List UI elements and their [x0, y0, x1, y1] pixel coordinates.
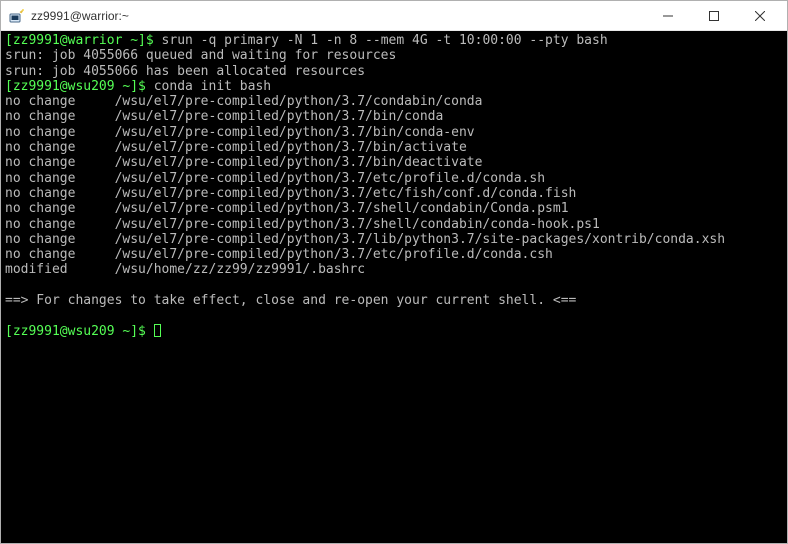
- terminal-line: no change /wsu/el7/pre-compiled/python/3…: [5, 109, 783, 124]
- window-title: zz9991@warrior:~: [31, 9, 645, 23]
- terminal-line: no change /wsu/el7/pre-compiled/python/3…: [5, 125, 783, 140]
- terminal-pane[interactable]: [zz9991@warrior ~]$ srun -q primary -N 1…: [1, 31, 787, 543]
- terminal-line: no change /wsu/el7/pre-compiled/python/3…: [5, 232, 783, 247]
- terminal-line: ==> For changes to take effect, close an…: [5, 293, 783, 308]
- terminal-line: no change /wsu/el7/pre-compiled/python/3…: [5, 155, 783, 170]
- terminal-line: no change /wsu/el7/pre-compiled/python/3…: [5, 140, 783, 155]
- close-button[interactable]: [737, 1, 783, 30]
- cursor: [154, 324, 161, 337]
- title-bar[interactable]: zz9991@warrior:~: [1, 1, 787, 31]
- minimize-button[interactable]: [645, 1, 691, 30]
- terminal-line: no change /wsu/el7/pre-compiled/python/3…: [5, 201, 783, 216]
- putty-icon: [9, 8, 25, 24]
- maximize-button[interactable]: [691, 1, 737, 30]
- terminal-line: no change /wsu/el7/pre-compiled/python/3…: [5, 247, 783, 262]
- terminal-line: [zz9991@wsu209 ~]$ conda init bash: [5, 79, 783, 94]
- terminal-line: [5, 278, 783, 293]
- terminal-window: zz9991@warrior:~ [zz9991@warrior ~]$ sru…: [0, 0, 788, 544]
- terminal-line: [5, 308, 783, 323]
- terminal-line: [zz9991@wsu209 ~]$: [5, 324, 783, 339]
- terminal-line: srun: job 4055066 has been allocated res…: [5, 64, 783, 79]
- terminal-line: no change /wsu/el7/pre-compiled/python/3…: [5, 217, 783, 232]
- terminal-line: [zz9991@warrior ~]$ srun -q primary -N 1…: [5, 33, 783, 48]
- terminal-line: no change /wsu/el7/pre-compiled/python/3…: [5, 186, 783, 201]
- window-controls: [645, 1, 783, 30]
- terminal-line: no change /wsu/el7/pre-compiled/python/3…: [5, 94, 783, 109]
- terminal-line: no change /wsu/el7/pre-compiled/python/3…: [5, 171, 783, 186]
- terminal-line: modified /wsu/home/zz/zz99/zz9991/.bashr…: [5, 262, 783, 277]
- terminal-line: srun: job 4055066 queued and waiting for…: [5, 48, 783, 63]
